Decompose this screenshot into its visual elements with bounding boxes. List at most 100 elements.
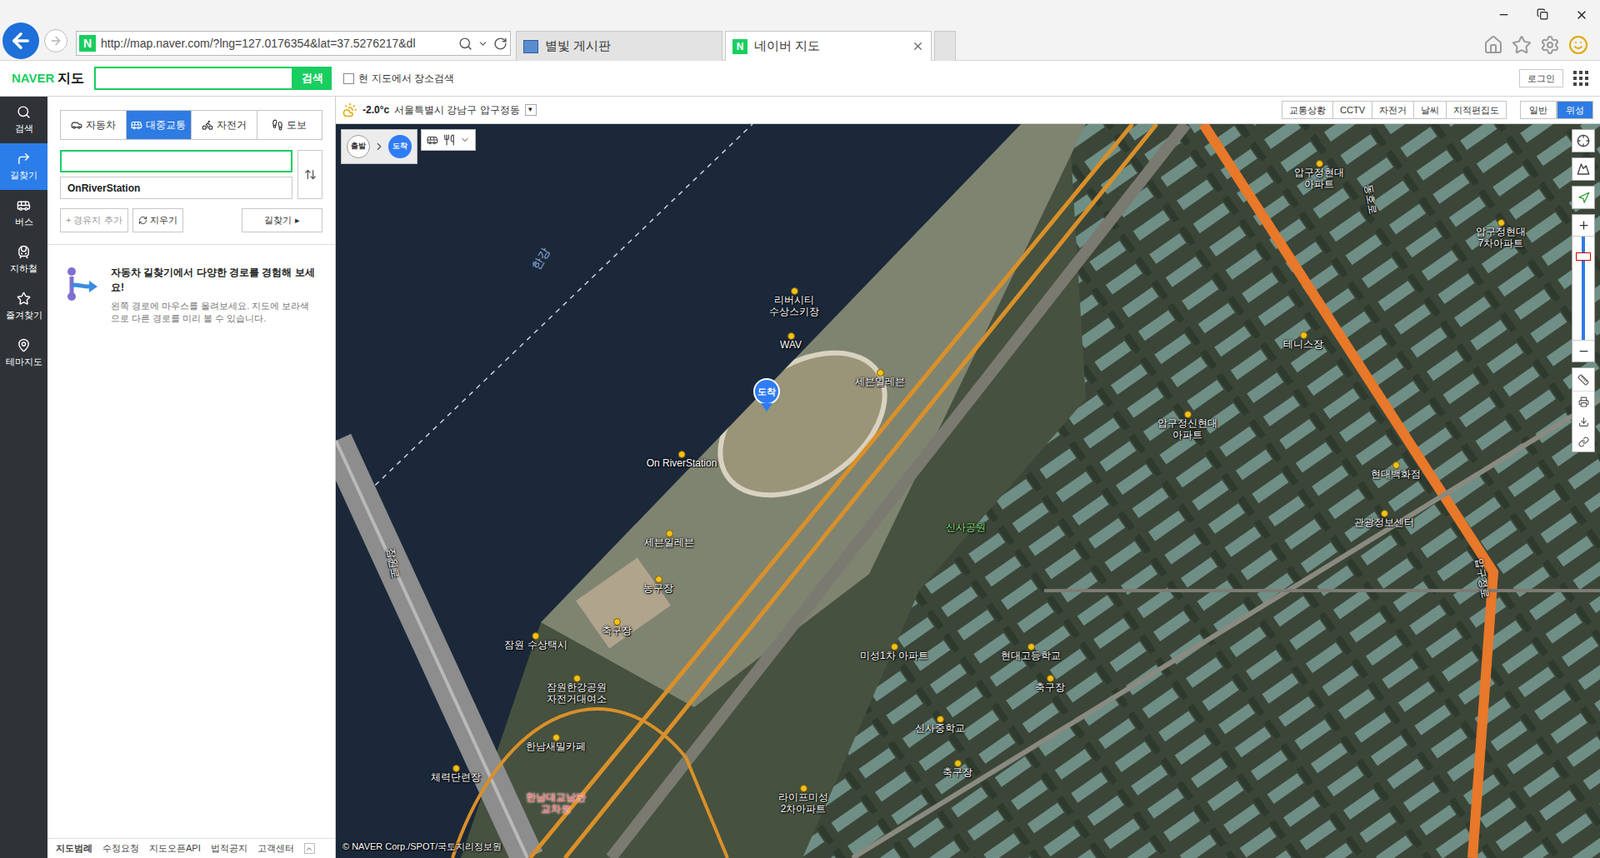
search-button[interactable]: 검색 [293, 66, 332, 90]
map-poi[interactable]: 리버시티 수상스키장 [755, 287, 833, 319]
map-poi[interactable]: 현대고등학교 [1000, 643, 1061, 663]
dropdown-icon[interactable] [477, 38, 489, 50]
measure-button[interactable] [1572, 368, 1595, 392]
map-canvas[interactable]: 한강리버시티 수상스키장WAV세븐일레븐On RiverStation세븐일레븐… [335, 124, 1600, 858]
mode-tab[interactable]: 자전거 [190, 110, 257, 140]
favorite-star-icon[interactable] [1511, 35, 1532, 55]
destination-marker[interactable]: 도착 [753, 378, 780, 412]
map-poi[interactable]: 잠원 수상택시 [504, 632, 567, 652]
map-poi[interactable]: 축구장 [601, 618, 632, 638]
route-step-pin[interactable]: 도착 [388, 135, 412, 159]
map-poi[interactable]: 세븐일레븐 [644, 530, 695, 550]
layer-button[interactable]: CCTV [1333, 100, 1373, 120]
footer-link[interactable]: 지도범례 [55, 841, 93, 856]
footer-link[interactable]: 수정요청 [102, 841, 140, 856]
nav-item[interactable]: 검색 [0, 96, 48, 144]
nav-item[interactable]: 버스 [0, 190, 48, 237]
map-poi[interactable]: 세븐일레븐 [855, 369, 905, 389]
nav-item[interactable]: 테마지도 [0, 330, 48, 377]
search-input[interactable] [94, 66, 294, 90]
tab-strip: 별빛 게시판N네이버 지도 [515, 30, 956, 60]
mode-tab[interactable]: 대중교통 [125, 110, 192, 140]
close-tab-icon[interactable] [911, 40, 925, 53]
map-poi[interactable]: 체력단련장 [430, 765, 481, 785]
map-poi[interactable]: 농구장 [643, 575, 674, 595]
map-poi[interactable]: 축구장 [942, 760, 973, 780]
map-poi[interactable]: On RiverStation [646, 450, 718, 470]
zoom-out-button[interactable] [1572, 340, 1595, 362]
footer-link[interactable]: 고객센터 [257, 841, 295, 856]
panel-footer: 지도범례 수정요청 지도오픈API 법적공지 고객센터 [47, 838, 335, 858]
satellite-map-image[interactable] [335, 124, 1600, 858]
browser-tab[interactable]: 별빛 게시판 [515, 30, 723, 61]
map-poi[interactable]: 관광정보센터 [1354, 510, 1415, 530]
app-grid-icon[interactable] [1573, 70, 1589, 86]
nav-item[interactable]: 길찾기 [0, 143, 48, 190]
map-poi[interactable]: 라이프미성 2차아파트 [765, 785, 842, 816]
address-bar[interactable]: Nhttp://map.naver.com/?lng=127.0176354&l… [75, 30, 511, 56]
origin-input[interactable] [60, 150, 293, 173]
footer-link[interactable]: 지도오픈API [149, 841, 201, 856]
nav-item[interactable]: 지하철 [0, 236, 48, 284]
map-poi[interactable]: 축구장 [1035, 675, 1065, 695]
view-button[interactable]: 일반 [1520, 100, 1557, 120]
map-column: -2.0°c서울특별시 강남구 압구정동▾교통상황CCTV자전거날씨지적편집도일… [335, 96, 1600, 858]
zoom-slider[interactable] [1572, 236, 1595, 340]
map-poi[interactable]: 현대백화점 [1370, 461, 1421, 481]
view-button[interactable]: 위성 [1556, 100, 1594, 120]
new-tab-button[interactable] [934, 30, 956, 61]
refresh-icon[interactable] [493, 36, 508, 51]
restore-icon[interactable] [1536, 8, 1549, 20]
layer-button[interactable]: 교통상황 [1281, 100, 1334, 120]
browser-tab[interactable]: N네이버 지도 [725, 30, 932, 61]
more-icon[interactable] [460, 135, 470, 145]
login-button[interactable]: 로그인 [1519, 69, 1564, 88]
print-button[interactable] [1572, 391, 1595, 412]
feedback-smiley-icon[interactable] [1568, 35, 1589, 55]
home-icon[interactable] [1483, 35, 1504, 55]
clear-button[interactable]: 지우기 [132, 208, 184, 233]
map-poi[interactable]: 한남새밀카페 [525, 734, 586, 754]
restaurant-icon[interactable] [443, 134, 455, 146]
nav-item[interactable]: 즐겨찾기 [0, 283, 48, 330]
map-poi[interactable]: 미성1차 아파트 [860, 643, 929, 663]
footer-link[interactable]: 법적공지 [210, 841, 248, 856]
add-waypoint-button[interactable]: + 경유지 추가 [60, 208, 129, 233]
layer-button[interactable]: 지적편집도 [1446, 100, 1507, 120]
find-route-button[interactable]: 길찾기 ▸ [241, 208, 323, 233]
bus-icon[interactable] [426, 134, 439, 146]
map-area-search-checkbox[interactable]: 현 지도에서 장소검색 [343, 70, 455, 86]
share-link-button[interactable] [1572, 431, 1595, 452]
terrain-button[interactable] [1571, 157, 1595, 181]
minimize-icon[interactable] [1497, 8, 1510, 21]
location-dropdown[interactable]: ▾ [525, 104, 537, 116]
swap-button[interactable] [297, 150, 323, 200]
save-button[interactable] [1572, 411, 1595, 432]
map-poi[interactable]: 압구정신현대 아파트 [1149, 410, 1226, 442]
map-poi[interactable]: 신사중학교 [915, 715, 965, 735]
map-poi[interactable]: 테니스장 [1283, 331, 1324, 351]
naver-map-logo[interactable]: NAVER지도 [11, 68, 85, 89]
compass-button[interactable] [1571, 185, 1595, 210]
map-poi[interactable]: 압구정현대 아파트 [1280, 160, 1358, 191]
back-button[interactable] [2, 22, 40, 60]
checkbox-box[interactable] [343, 73, 355, 85]
zoom-in-button[interactable] [1572, 215, 1595, 237]
mode-tab[interactable]: 자동차 [60, 110, 126, 140]
footer-toggle[interactable] [304, 843, 315, 855]
current-location-button[interactable] [1571, 129, 1595, 153]
url-text[interactable]: http://map.naver.com/?lng=127.0176354&la… [100, 35, 454, 53]
search-icon[interactable] [458, 36, 473, 51]
route-step-pin[interactable]: 출발 [346, 135, 370, 159]
map-poi[interactable]: 잠원한강공원 자전거대여소 [538, 675, 615, 706]
map-poi[interactable]: WAV [780, 332, 802, 352]
settings-gear-icon[interactable] [1540, 35, 1560, 55]
destination-input[interactable] [60, 176, 293, 200]
map-poi[interactable]: 압구정현대 7차아파트 [1462, 219, 1540, 250]
layer-button[interactable]: 자전거 [1372, 100, 1415, 120]
zoom-knob[interactable] [1575, 252, 1591, 261]
forward-button[interactable] [44, 29, 68, 53]
close-window-icon[interactable] [1575, 8, 1589, 22]
mode-tab[interactable]: 도보 [256, 110, 323, 140]
layer-button[interactable]: 날씨 [1414, 100, 1447, 120]
